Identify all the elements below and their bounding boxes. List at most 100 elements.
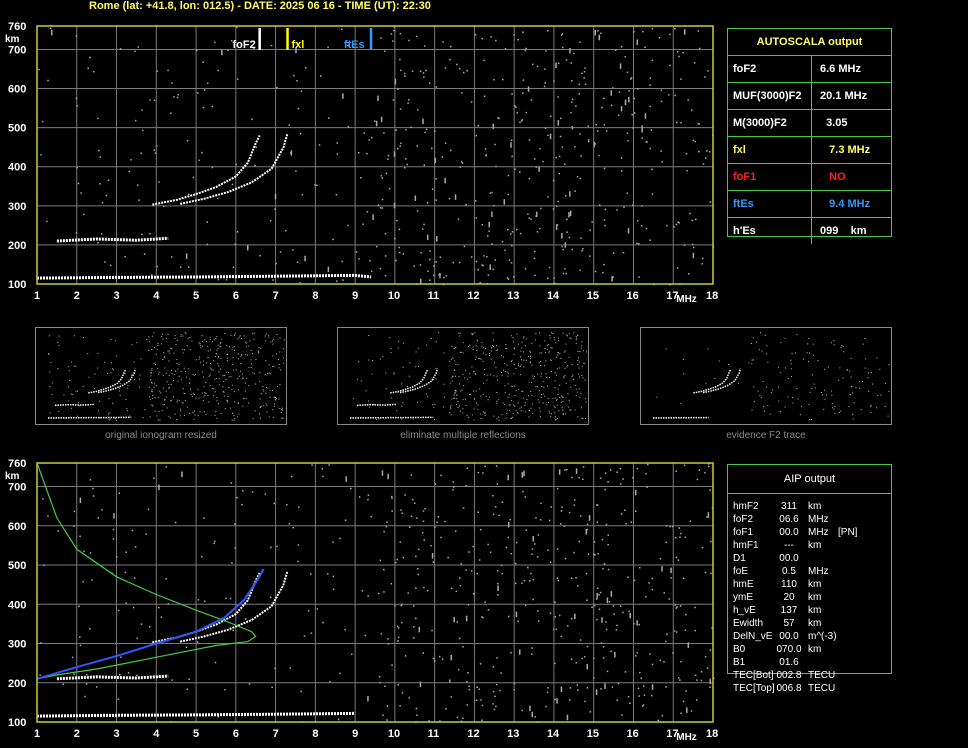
noise-point xyxy=(593,657,595,660)
noise-point xyxy=(531,553,533,556)
thumb-noise xyxy=(495,367,497,369)
thumb-noise xyxy=(465,404,467,406)
noise-point xyxy=(134,50,136,53)
thumb-noise xyxy=(57,368,59,370)
x-tick-label: 4 xyxy=(153,728,160,740)
thumb-noise xyxy=(579,376,581,378)
noise-point xyxy=(640,677,642,679)
thumb-noise xyxy=(580,392,582,394)
noise-point xyxy=(565,272,567,275)
thumb-noise xyxy=(234,332,236,334)
thumb-noise xyxy=(566,366,568,368)
thumb-noise xyxy=(556,417,558,419)
thumb-noise xyxy=(551,413,553,415)
noise-point xyxy=(598,154,600,157)
noise-point xyxy=(423,45,426,47)
noise-point xyxy=(416,145,418,147)
noise-point xyxy=(214,661,217,664)
thumb-noise xyxy=(154,410,156,412)
thumb-noise xyxy=(204,339,206,341)
thumb-noise xyxy=(204,394,206,396)
noise-point xyxy=(377,592,380,595)
noise-point xyxy=(585,572,588,575)
noise-point xyxy=(540,207,542,210)
noise-point xyxy=(405,158,407,160)
aip-cell: MHz xyxy=(808,566,829,577)
thumb-noise xyxy=(839,367,841,369)
thumb-noise xyxy=(211,387,213,389)
thumb-noise xyxy=(148,396,150,398)
thumb-noise xyxy=(193,418,195,420)
noise-point xyxy=(557,120,560,126)
noise-point xyxy=(419,681,422,688)
thumb-noise xyxy=(474,397,476,399)
noise-point xyxy=(113,513,115,519)
thumb-noise xyxy=(240,363,242,365)
noise-point xyxy=(415,617,417,620)
noise-point xyxy=(700,671,703,673)
thumb-noise xyxy=(575,388,577,390)
noise-point xyxy=(485,154,487,156)
noise-point xyxy=(137,46,139,48)
thumb-noise xyxy=(282,407,284,409)
noise-point xyxy=(292,249,294,251)
aip-cell: km xyxy=(808,501,822,512)
noise-point xyxy=(380,37,382,39)
thumb-noise xyxy=(273,366,275,368)
thumb-noise xyxy=(71,407,73,409)
thumb-noise xyxy=(409,362,411,364)
thumb-noise xyxy=(487,374,489,376)
thumb-noise xyxy=(278,398,280,400)
thumb-noise xyxy=(205,413,207,415)
noise-point xyxy=(502,78,504,81)
thumb-noise xyxy=(75,365,77,367)
thumb-noise xyxy=(148,386,150,388)
noise-point xyxy=(666,633,668,635)
noise-point xyxy=(694,629,697,632)
thumb-noise xyxy=(561,406,563,408)
thumb-noise xyxy=(139,374,141,376)
noise-point xyxy=(131,529,134,532)
thumb-noise xyxy=(578,373,580,375)
thumb-noise xyxy=(537,373,539,375)
thumb-noise xyxy=(119,394,121,396)
thumb-noise xyxy=(176,419,178,421)
thumb-noise xyxy=(130,374,132,376)
noise-point xyxy=(97,117,99,120)
thumb-noise xyxy=(812,343,814,345)
noise-point xyxy=(484,148,487,150)
thumb-noise xyxy=(233,334,235,336)
thumb-noise xyxy=(158,411,160,413)
noise-point xyxy=(429,258,431,261)
noise-point xyxy=(241,489,244,492)
noise-point xyxy=(566,218,568,221)
noise-point xyxy=(383,591,385,593)
thumb-noise xyxy=(578,361,580,363)
noise-point xyxy=(511,230,514,233)
thumb-noise xyxy=(178,363,180,365)
thumb-noise xyxy=(548,376,550,378)
noise-point xyxy=(533,543,536,545)
noise-point xyxy=(552,208,555,210)
thumb-noise xyxy=(572,374,574,376)
thumb-noise xyxy=(434,404,436,406)
noise-point xyxy=(73,525,75,527)
noise-point xyxy=(391,497,393,500)
thumb-noise xyxy=(563,376,565,378)
thumb-noise xyxy=(250,366,252,368)
noise-point xyxy=(513,688,515,691)
noise-point xyxy=(632,127,634,129)
noise-point xyxy=(301,194,304,196)
noise-point xyxy=(383,530,385,533)
noise-point xyxy=(488,221,490,228)
noise-point xyxy=(406,163,408,166)
thumb-noise xyxy=(551,332,553,334)
thumb-noise xyxy=(511,359,513,361)
noise-point xyxy=(433,274,435,277)
noise-point xyxy=(516,112,519,114)
autoscala-row: foF2 6.6 MHz xyxy=(728,56,891,83)
noise-point xyxy=(637,88,639,90)
noise-point xyxy=(234,243,236,246)
aip-cell: D1 xyxy=(733,553,746,564)
thumb-noise xyxy=(428,387,430,389)
